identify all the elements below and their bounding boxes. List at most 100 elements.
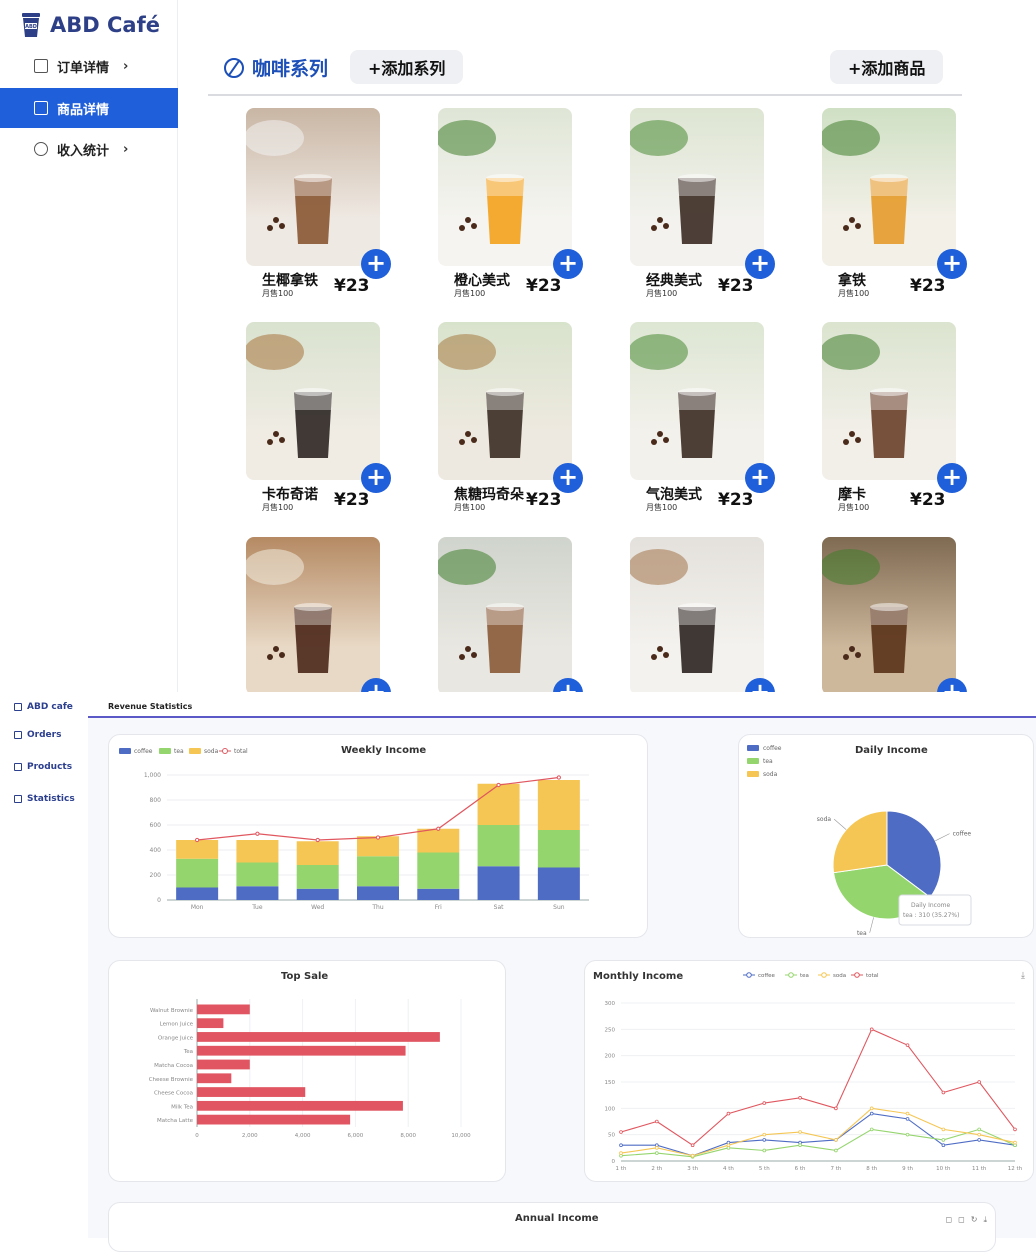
add-to-cart-button[interactable]: +: [745, 463, 775, 493]
add-product-button[interactable]: +添加商品: [830, 50, 944, 84]
product-name: 拿铁: [838, 273, 866, 289]
point-total: [762, 1101, 767, 1105]
product-name: 橙心美式: [454, 273, 510, 289]
stats-nav-label: Statistics: [27, 794, 75, 804]
product-card[interactable]: +: [246, 537, 391, 708]
product-card[interactable]: + 橙心美式 月售100 ¥23: [438, 108, 583, 304]
product-monthly-sales: 月售100: [262, 289, 294, 298]
stats-nav-statistics[interactable]: Statistics: [14, 794, 75, 804]
bar-tea: [537, 830, 580, 868]
series-title[interactable]: 咖啡系列: [224, 54, 328, 81]
point-tea: [905, 1132, 910, 1137]
restore-icon[interactable]: ↻: [971, 1215, 978, 1225]
legend-label: total: [234, 748, 248, 755]
product-card[interactable]: +: [438, 537, 583, 708]
sidebar-item-income[interactable]: 收入统计 ›: [0, 129, 178, 169]
bar-tea: [236, 862, 279, 887]
y-tick-label: 0: [612, 1159, 616, 1165]
product-photo-art: [822, 334, 908, 458]
point-total: [977, 1080, 981, 1084]
product-price: ¥23: [526, 276, 562, 296]
bar-soda: [176, 840, 219, 859]
point-soda: [977, 1132, 981, 1137]
daily-income-title: Daily Income: [855, 745, 928, 756]
legend-label: coffee: [134, 748, 153, 755]
point-total: [315, 837, 320, 843]
product-card[interactable]: + 卡布奇诺 月售100 ¥23: [246, 322, 391, 518]
download-icon[interactable]: ⤓: [1021, 971, 1025, 981]
product-monthly-sales: 月售100: [454, 503, 486, 512]
add-to-cart-button[interactable]: +: [937, 463, 967, 493]
x-tick-label: Sat: [494, 904, 504, 911]
legend-label: soda: [204, 748, 219, 755]
add-series-button[interactable]: +添加系列: [350, 50, 464, 84]
legend-marker-total: [854, 972, 860, 978]
x-tick-label: 4 th: [723, 1166, 734, 1172]
stats-nav-orders[interactable]: Orders: [14, 730, 61, 740]
point-total: [941, 1090, 946, 1095]
product-photo-art: [246, 120, 332, 244]
product-card[interactable]: + 经典美式 月售100 ¥23: [630, 108, 775, 304]
stats-brand: ABD cafe: [14, 702, 73, 712]
product-card[interactable]: + 拿铁 月售100 ¥23: [822, 108, 967, 304]
bar-top-sale: [197, 1087, 306, 1097]
top-sale-panel: 0 2,000 4,000 6,000 8,000 10,000 Walnut Browni…: [108, 960, 506, 1182]
product-photo-art: [438, 549, 524, 673]
y-tick-label: 1,000: [144, 772, 161, 779]
point-total: [834, 1106, 838, 1111]
y-tick-label: 800: [150, 797, 162, 804]
bar-tea: [357, 856, 399, 887]
add-to-cart-button[interactable]: +: [553, 463, 583, 493]
chevron-right-icon: ›: [123, 141, 129, 157]
product-card[interactable]: + 生椰拿铁 月售100 ¥23: [246, 108, 391, 304]
point-total: [619, 1130, 623, 1134]
product-photo: [822, 108, 956, 266]
cafe-cup-logo-icon: ABD: [22, 13, 40, 37]
zoom-reset-icon[interactable]: ◻: [958, 1215, 965, 1225]
y-tick-label: Walnut Brownie: [150, 1008, 194, 1014]
legend-label: tea: [800, 973, 809, 979]
y-tick-label: Orange Juice: [158, 1035, 194, 1041]
point-soda: [655, 1146, 659, 1150]
x-tick-label: 10,000: [451, 1133, 471, 1139]
point-soda: [762, 1132, 767, 1137]
download-icon[interactable]: ⤓: [983, 1215, 987, 1225]
stats-header-title: Revenue Statistics: [108, 702, 193, 711]
add-to-cart-button[interactable]: +: [553, 249, 583, 279]
y-tick-label: 200: [150, 872, 162, 879]
bar-coffee: [296, 888, 339, 900]
stats-nav-products[interactable]: Products: [14, 762, 72, 772]
x-tick-label: 6 th: [795, 1166, 806, 1172]
sidebar-item-orders[interactable]: 订单详情 ›: [0, 46, 178, 86]
daily-income-panel: coffee tea soda coffee tea soda Daily Income te…: [738, 734, 1034, 938]
point-tea: [834, 1148, 838, 1153]
pie-slice-soda: [832, 810, 888, 874]
point-coffee: [762, 1138, 767, 1142]
add-to-cart-button[interactable]: +: [937, 249, 967, 279]
bar-tea: [477, 825, 520, 867]
add-to-cart-button[interactable]: +: [361, 249, 391, 279]
stats-header: Revenue Statistics: [88, 692, 1036, 718]
zoom-icon[interactable]: ◻: [945, 1215, 952, 1225]
legend-label: soda: [763, 771, 778, 778]
bar-top-sale: [197, 1114, 351, 1125]
product-card[interactable]: + 气泡美式 月售100 ¥23: [630, 322, 775, 518]
legend-label: coffee: [758, 973, 776, 979]
point-soda: [834, 1138, 838, 1142]
product-card[interactable]: + 焦糖玛奇朵 月售100 ¥23: [438, 322, 583, 518]
x-tick-label: Thu: [371, 904, 383, 911]
product-card[interactable]: +: [630, 537, 775, 708]
add-to-cart-button[interactable]: +: [745, 249, 775, 279]
product-monthly-sales: 月售100: [454, 289, 486, 298]
pie-label: soda: [817, 816, 832, 823]
sidebar-item-products[interactable]: 商品详情: [0, 88, 178, 128]
y-tick-label: 400: [150, 847, 162, 854]
point-tea: [762, 1148, 767, 1153]
product-card[interactable]: +: [822, 537, 967, 708]
point-total: [556, 775, 561, 780]
product-card[interactable]: + 摩卡 月售100 ¥23: [822, 322, 967, 518]
x-tick-label: 2 th: [651, 1166, 662, 1172]
x-tick-label: 1 th: [616, 1166, 627, 1172]
add-to-cart-button[interactable]: +: [361, 463, 391, 493]
series-toolbar: 咖啡系列 +添加系列 +添加商品: [208, 48, 962, 96]
